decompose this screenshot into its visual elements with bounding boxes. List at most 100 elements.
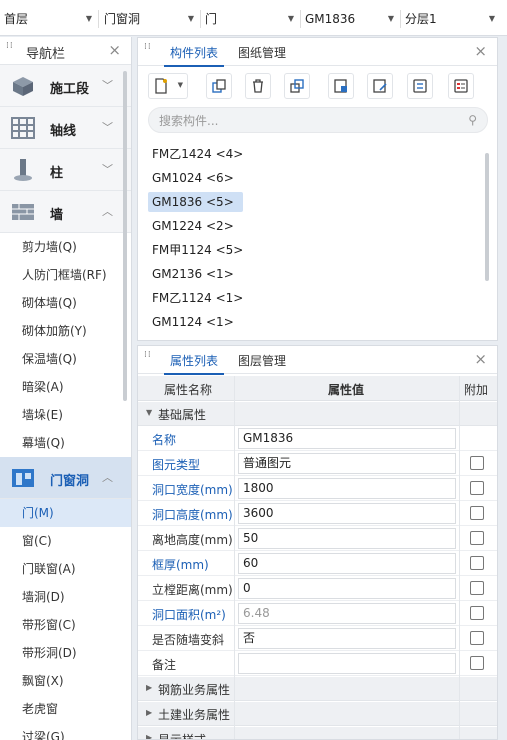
nav-item-hidden-beam[interactable]: 暗梁(A) <box>0 373 131 401</box>
column-header-value: 属性值 <box>328 383 365 397</box>
nav-item-bay-window[interactable]: 飘窗(X) <box>0 667 131 695</box>
extra-checkbox[interactable] <box>470 606 484 620</box>
property-value-field[interactable]: 否 <box>238 628 456 649</box>
wall-subitems: 剪力墙(Q) 人防门框墙(RF) 砌体墙(Q) 砌体加筋(Y) 保温墙(Q) 暗… <box>0 233 131 457</box>
list-item[interactable]: FM乙1124 <1> <box>148 288 247 308</box>
nav-item-window[interactable]: 窗(C) <box>0 527 131 555</box>
nav-scrollbar[interactable] <box>123 71 127 401</box>
property-value-readonly: 6.48 <box>238 603 456 624</box>
extra-checkbox[interactable] <box>470 456 484 470</box>
group-basic-properties[interactable]: ▼ 基础属性 <box>138 402 497 426</box>
property-value-field[interactable]: 0 <box>238 578 456 599</box>
close-icon[interactable]: × <box>108 41 121 59</box>
edit-component-button[interactable] <box>367 73 393 99</box>
copy-button[interactable] <box>206 73 232 99</box>
nav-category-door-window[interactable]: 门窗洞 ︿ <box>0 457 131 499</box>
nav-item-strip-window[interactable]: 带形窗(C) <box>0 611 131 639</box>
extra-checkbox[interactable] <box>470 581 484 595</box>
property-row-name: 名称 GM1836 <box>138 426 497 451</box>
save-template-button[interactable] <box>328 73 354 99</box>
nav-item-door[interactable]: 门(M) <box>0 499 131 527</box>
property-name: 洞口面积(m²) <box>152 608 226 622</box>
chevron-up-icon: ︿ <box>102 205 113 218</box>
properties-button[interactable] <box>407 73 433 99</box>
nav-item-wall-opening[interactable]: 墙洞(D) <box>0 583 131 611</box>
component-search: ⚲ <box>148 107 488 133</box>
close-icon[interactable]: × <box>474 350 487 368</box>
nav-item-masonry-reinforcement[interactable]: 砌体加筋(Y) <box>0 317 131 345</box>
duplicate-layer-button[interactable] <box>284 73 310 99</box>
cube-icon <box>13 77 33 96</box>
property-name: 洞口高度(mm) <box>152 508 233 522</box>
type-dropdown[interactable]: 门 ▼ <box>201 7 298 31</box>
search-input[interactable] <box>159 112 449 130</box>
close-icon[interactable]: × <box>474 42 487 60</box>
extra-checkbox[interactable] <box>470 506 484 520</box>
delete-button[interactable] <box>245 73 271 99</box>
nav-item-door-window-combo[interactable]: 门联窗(A) <box>0 555 131 583</box>
expand-triangle-icon: ▶ <box>146 708 153 717</box>
list-item-selected[interactable]: GM1836 <5> <box>148 192 243 212</box>
extra-checkbox[interactable] <box>470 481 484 495</box>
drag-handle-icon[interactable]: ⁞⁞ <box>144 43 152 59</box>
nav-item-shear-wall[interactable]: 剪力墙(Q) <box>0 233 131 261</box>
nav-category-label: 柱 <box>50 166 64 181</box>
extra-checkbox[interactable] <box>470 531 484 545</box>
list-item[interactable]: GM1224 <2> <box>148 216 238 236</box>
property-row-sill-height: 离地高度(mm) 50 <box>138 526 497 551</box>
nav-item-dormer-window[interactable]: 老虎窗 <box>0 695 131 723</box>
nav-item-curtain-wall[interactable]: 幕墙(Q) <box>0 429 131 457</box>
component-list-scrollbar[interactable] <box>485 153 489 281</box>
nav-item-strip-opening[interactable]: 带形洞(D) <box>0 639 131 667</box>
nav-category-label: 施工段 <box>50 82 90 97</box>
tab-drawing-management[interactable]: 图纸管理 <box>238 44 286 61</box>
drag-handle-icon[interactable]: ⁞⁞ <box>144 351 152 367</box>
tab-layer-management[interactable]: 图层管理 <box>238 352 286 369</box>
extra-checkbox[interactable] <box>470 656 484 670</box>
nav-category-column[interactable]: 柱 ﹀ <box>0 149 131 191</box>
nav-category-label: 门窗洞 <box>50 474 90 489</box>
extra-checkbox[interactable] <box>470 631 484 645</box>
filter-button[interactable] <box>448 73 474 99</box>
nav-category-construction-stage[interactable]: 施工段 ﹀ <box>0 65 131 107</box>
category-dropdown[interactable]: 门窗洞 ▼ <box>100 7 198 31</box>
tab-component-list[interactable]: 构件列表 <box>170 44 218 61</box>
door-window-icon <box>12 469 34 487</box>
nav-item-masonry-wall[interactable]: 砌体墙(Q) <box>0 289 131 317</box>
group-civil-properties[interactable]: ▶ 土建业务属性 <box>138 702 497 726</box>
property-value-field[interactable]: 50 <box>238 528 456 549</box>
property-value-field[interactable]: 3600 <box>238 503 456 524</box>
nav-item-insulation-wall[interactable]: 保温墙(Q) <box>0 345 131 373</box>
search-icon[interactable]: ⚲ <box>468 113 477 127</box>
drag-handle-icon[interactable]: ⁞⁞ <box>6 42 14 58</box>
new-component-button[interactable]: ▼ <box>148 73 188 99</box>
property-value-field[interactable]: 普通图元 <box>238 453 456 474</box>
layer-dropdown[interactable]: 分层1 ▼ <box>401 7 499 31</box>
property-value-field[interactable] <box>238 653 456 674</box>
property-value-field[interactable]: 1800 <box>238 478 456 499</box>
grid-icon <box>11 117 35 139</box>
nav-category-axis[interactable]: 轴线 ﹀ <box>0 107 131 149</box>
list-item[interactable]: GM1024 <6> <box>148 168 238 188</box>
list-item[interactable]: FM甲1124 <5> <box>148 240 247 260</box>
property-value-field[interactable]: GM1836 <box>238 428 456 449</box>
component-dropdown[interactable]: GM1836 ▼ <box>301 7 398 31</box>
property-value-field[interactable]: 60 <box>238 553 456 574</box>
extra-checkbox[interactable] <box>470 556 484 570</box>
list-item[interactable]: GM2136 <1> <box>148 264 238 284</box>
nav-item-wall-pier[interactable]: 墙垛(E) <box>0 401 131 429</box>
chevron-down-icon: ﹀ <box>102 79 113 92</box>
nav-category-wall[interactable]: 墙 ︿ <box>0 191 131 233</box>
group-display-style[interactable]: ▶ 显示样式 <box>138 727 497 740</box>
property-name: 备注 <box>152 658 177 672</box>
chevron-down-icon: ▼ <box>85 14 92 23</box>
floor-dropdown[interactable]: 首层 ▼ <box>0 7 96 31</box>
list-item[interactable]: FM乙1424 <4> <box>148 144 247 164</box>
nav-item-civil-defense-door-wall[interactable]: 人防门框墙(RF) <box>0 261 131 289</box>
nav-item-lintel[interactable]: 过梁(G) <box>0 723 131 740</box>
column-header-name: 属性名称 <box>164 383 213 397</box>
list-item[interactable]: GM1124 <1> <box>148 312 238 332</box>
group-rebar-properties[interactable]: ▶ 钢筋业务属性 <box>138 677 497 701</box>
tab-properties-list[interactable]: 属性列表 <box>170 352 218 369</box>
group-label: 显示样式 <box>158 733 207 740</box>
